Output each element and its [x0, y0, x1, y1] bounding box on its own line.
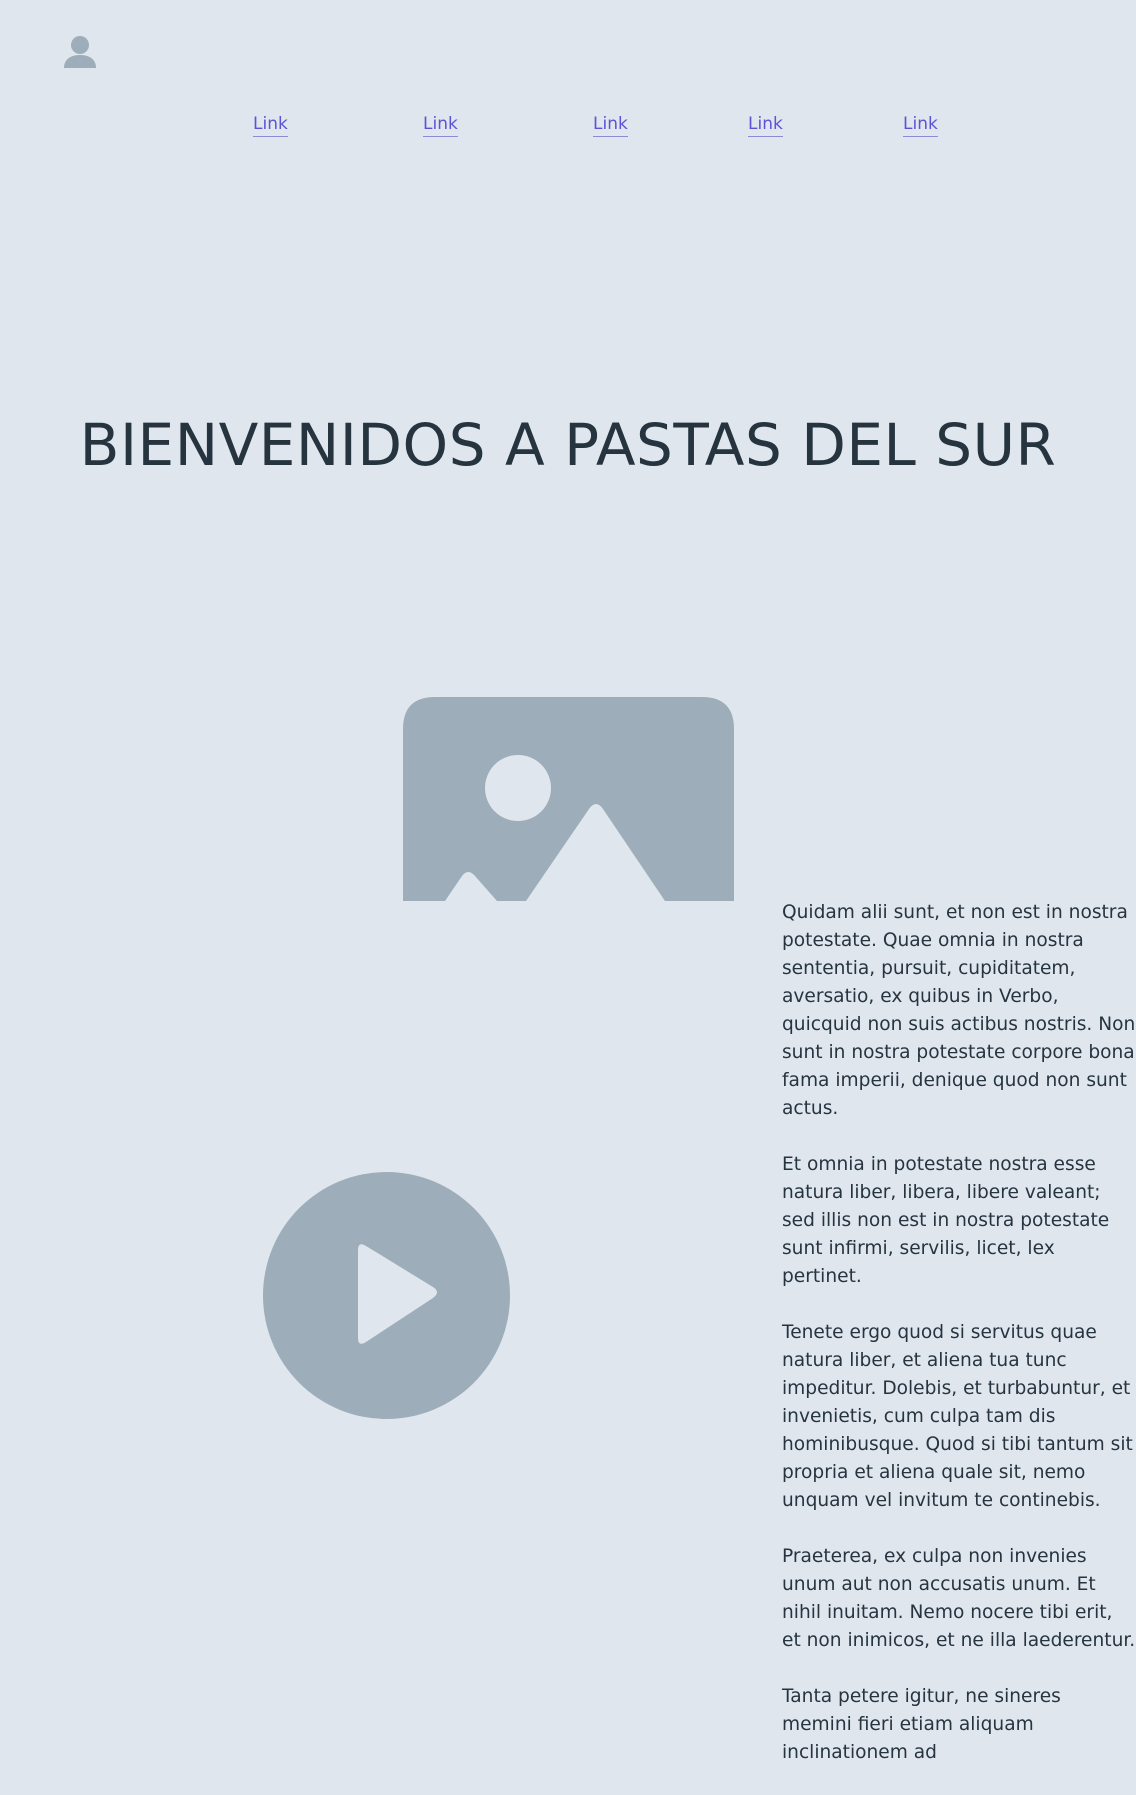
- nav-link-4[interactable]: Link: [748, 113, 783, 137]
- video-play-button[interactable]: [263, 1172, 510, 1419]
- paragraph-5: Tanta petere igitur, ne sineres memini f…: [782, 1686, 1061, 1763]
- nav-link-5[interactable]: Link: [903, 113, 938, 137]
- image-placeholder-icon: [403, 697, 734, 901]
- user-icon: [64, 36, 96, 68]
- avatar[interactable]: [62, 34, 98, 70]
- paragraph-3: Tenete ergo quod si servitus quae natura…: [782, 1322, 1133, 1511]
- body-text: Quidam alii sunt, et non est in nostra p…: [782, 899, 1136, 1795]
- nav-link-3[interactable]: Link: [593, 113, 628, 137]
- paragraph-4: Praeterea, ex culpa non invenies unum au…: [782, 1546, 1136, 1651]
- page-title: BIENVENIDOS A PASTAS DEL SUR: [79, 411, 1057, 479]
- play-icon: [263, 1172, 510, 1419]
- nav-link-1[interactable]: Link: [253, 113, 288, 137]
- nav-link-2[interactable]: Link: [423, 113, 458, 137]
- paragraph-2: Et omnia in potestate nostra esse natura…: [782, 1154, 1110, 1287]
- paragraph-1: Quidam alii sunt, et non est in nostra p…: [782, 902, 1136, 1119]
- image-placeholder: [403, 697, 734, 901]
